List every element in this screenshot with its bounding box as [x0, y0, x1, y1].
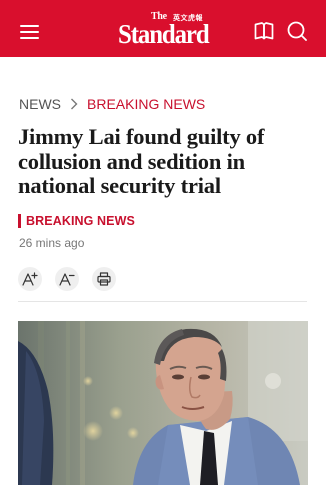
print-icon — [97, 272, 111, 286]
search-icon[interactable] — [287, 21, 307, 41]
breadcrumb-breaking-news-link[interactable]: BREAKING NEWS — [87, 96, 205, 112]
category-label[interactable]: BREAKING NEWS — [26, 214, 135, 228]
breadcrumb: NEWS BREAKING NEWS — [19, 96, 205, 112]
site-logo[interactable]: The 英文虎報 Standard — [118, 11, 210, 49]
font-increase-icon — [22, 272, 38, 286]
top-navigation-bar: The 英文虎報 Standard — [0, 0, 326, 57]
section-divider — [18, 301, 307, 302]
menu-icon[interactable] — [20, 25, 39, 39]
article-tools — [18, 267, 129, 291]
category-tag[interactable]: BREAKING NEWS — [18, 214, 135, 228]
print-button[interactable] — [92, 267, 116, 291]
article-headline: Jimmy Lai found guilty of collusion and … — [18, 124, 265, 198]
logo-main-text: Standard — [118, 19, 210, 49]
article-photo-image — [18, 321, 308, 485]
breadcrumb-news-link[interactable]: NEWS — [19, 96, 61, 112]
category-marker — [18, 214, 21, 228]
font-increase-button[interactable] — [18, 267, 42, 291]
font-decrease-button[interactable] — [55, 267, 79, 291]
font-decrease-icon — [59, 273, 75, 286]
article-photo[interactable] — [18, 321, 308, 485]
chevron-right-icon — [71, 98, 78, 110]
book-icon[interactable] — [254, 22, 274, 40]
publish-timestamp: 26 mins ago — [19, 236, 85, 250]
